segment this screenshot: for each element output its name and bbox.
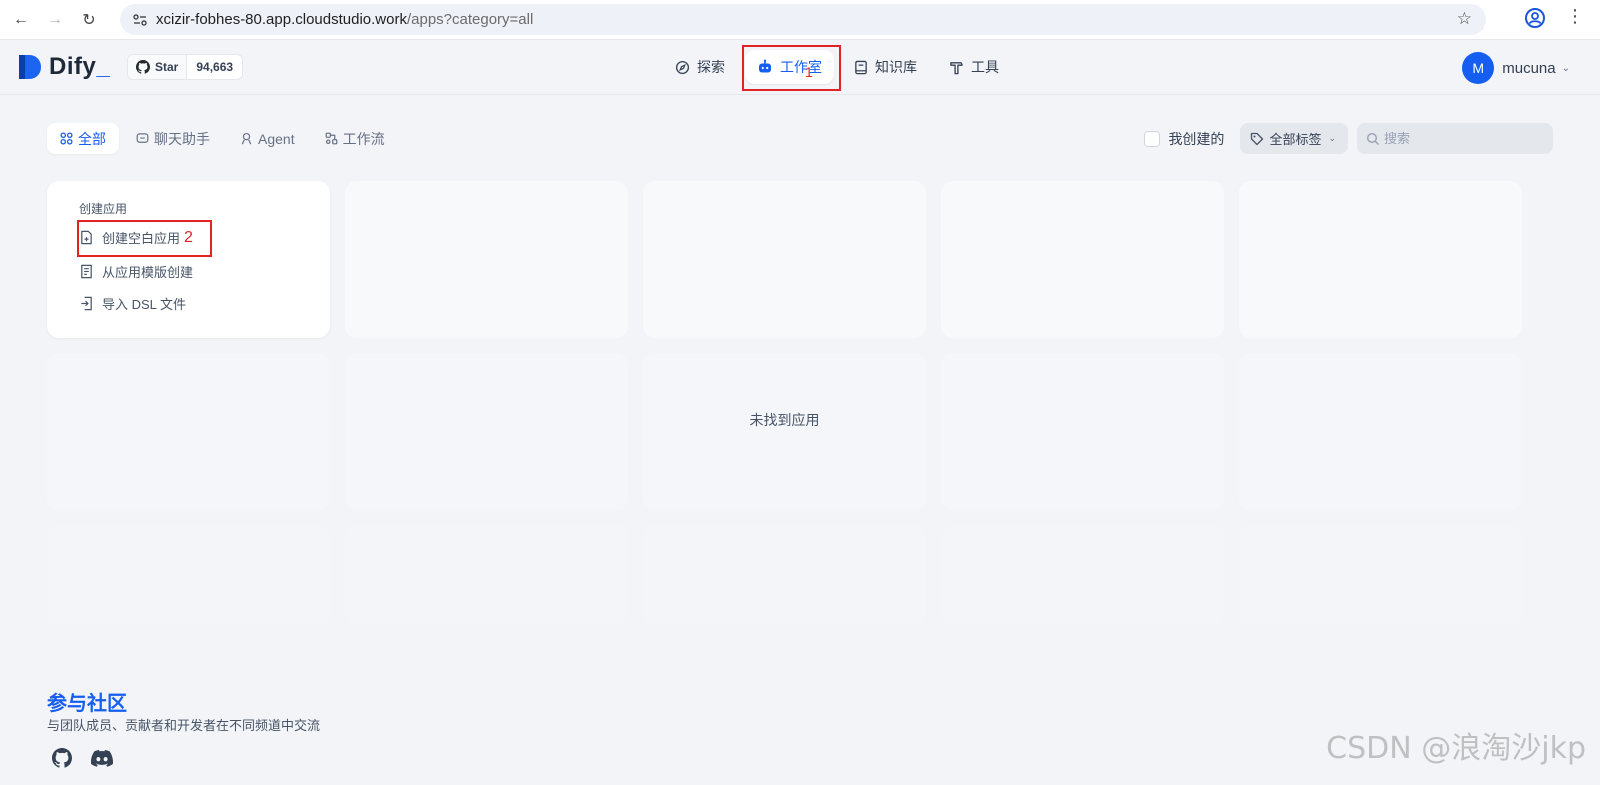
filter-controls: 我创建的 全部标签 ⌄ [1144,123,1553,154]
import-icon [81,296,92,311]
compass-icon [675,60,690,74]
tab-chat-assistant[interactable]: 聊天助手 [123,123,223,154]
nav-tools-label: 工具 [971,59,999,75]
tag-filter-dropdown[interactable]: 全部标签 ⌄ [1240,123,1348,154]
nav-explore-label: 探索 [697,59,725,75]
app-type-tabs: 全部 聊天助手 Agent 工作流 [47,123,402,154]
main-nav: 探索 工作室 知识库 工具 [663,50,1019,84]
app-card-placeholder [941,353,1224,510]
file-template-icon [81,264,92,279]
tab-all-label: 全部 [78,130,106,147]
tag-icon [1251,132,1264,145]
url-host: xcizir-fobhes-80.app.cloudstudio.work [156,11,407,28]
app-card-placeholder [941,181,1224,338]
profile-icon[interactable] [1524,7,1548,31]
nav-knowledge[interactable]: 知识库 [842,50,929,84]
app-card-placeholder [1239,525,1522,625]
browser-toolbar: ← → ↻ xcizir-fobhes-80.app.cloudstudio.w… [0,0,1600,40]
site-settings-icon[interactable] [130,10,150,30]
csdn-watermark: CSDN @浪淘沙jkp [1326,731,1586,766]
star-label: Star [155,60,179,74]
import-dsl-label: 导入 DSL 文件 [102,297,187,312]
hammer-icon [950,61,963,74]
tab-chat-assistant-label: 聊天助手 [154,130,210,147]
chevron-down-icon: ⌄ [1561,62,1570,74]
agent-icon [241,132,252,145]
community-links [52,748,132,768]
search-box[interactable] [1357,123,1553,154]
dify-logo-mark-icon [19,55,41,79]
star-count: 94,663 [196,60,234,74]
community-description: 与团队成员、贡献者和开发者在不同频道中交流 [47,718,321,733]
app-card-placeholder [47,525,330,625]
avatar: M [1462,52,1495,84]
url-path: /apps?category=all [406,11,534,28]
github-icon[interactable] [52,748,72,768]
workflow-icon [325,132,337,145]
nav-knowledge-label: 知识库 [875,59,917,75]
app-card-placeholder [47,353,330,510]
back-arrow-icon[interactable]: ← [8,7,34,33]
github-star-label: Star [128,55,188,79]
import-dsl-button[interactable]: 导入 DSL 文件 [79,294,186,313]
app-card-placeholder [345,353,628,510]
chat-icon [136,133,149,143]
empty-state-text: 未找到应用 [749,412,820,428]
logo-text: Dify_ [49,53,111,80]
tab-workflow[interactable]: 工作流 [312,123,398,154]
dify-logo[interactable]: Dify_ [17,53,110,81]
book-icon [855,60,867,74]
nav-explore[interactable]: 探索 [663,50,737,84]
created-by-me-filter[interactable]: 我创建的 [1144,129,1224,149]
tab-all[interactable]: 全部 [47,123,119,154]
annotation-marker-1: 1 [805,64,813,80]
url-text: xcizir-fobhes-80.app.cloudstudio.work/ap… [156,11,533,28]
app-card-placeholder [1239,181,1522,338]
app-card-placeholder [345,181,628,338]
chevron-down-icon: ⌄ [1328,133,1336,143]
tab-agent[interactable]: Agent [227,123,308,154]
user-name: mucuna [1502,59,1556,77]
discord-icon[interactable] [91,748,113,768]
nav-tools[interactable]: 工具 [937,50,1011,84]
community-title: 参与社区 [47,693,127,715]
forward-arrow-icon[interactable]: → [42,7,68,33]
grid-icon [60,132,73,145]
tag-filter-label: 全部标签 [1269,132,1322,147]
app-card-placeholder [643,525,926,625]
app-card-placeholder [345,525,628,625]
search-input[interactable] [1384,131,1544,146]
search-icon [1366,132,1379,145]
annotation-box-1 [742,45,841,91]
address-bar[interactable]: xcizir-fobhes-80.app.cloudstudio.work/ap… [120,4,1486,35]
annotation-marker-2: 2 [184,229,193,246]
create-from-template-label: 从应用模版创建 [102,265,194,280]
app-card-placeholder [941,525,1224,625]
user-menu[interactable]: M mucuna ⌄ [1462,52,1570,84]
created-by-me-checkbox[interactable] [1144,130,1161,147]
app-card-placeholder [643,181,926,338]
tab-workflow-label: 工作流 [342,130,385,147]
create-app-title: 创建应用 [79,202,128,216]
create-from-template-button[interactable]: 从应用模版创建 [79,262,193,281]
reload-icon[interactable]: ↻ [76,7,102,33]
create-app-card: 创建应用 创建空白应用 从应用模版创建 导入 DSL 文件 [47,181,330,338]
app-card-placeholder [1239,353,1522,510]
github-star-button[interactable]: Star 94,663 [127,54,244,80]
bookmark-star-icon[interactable]: ☆ [1457,9,1472,29]
created-by-me-label: 我创建的 [1168,130,1225,147]
browser-menu-icon[interactable]: ⋮ [1566,6,1584,27]
github-icon [136,60,150,74]
tab-agent-label: Agent [258,130,295,147]
app-card-placeholder [643,353,926,510]
